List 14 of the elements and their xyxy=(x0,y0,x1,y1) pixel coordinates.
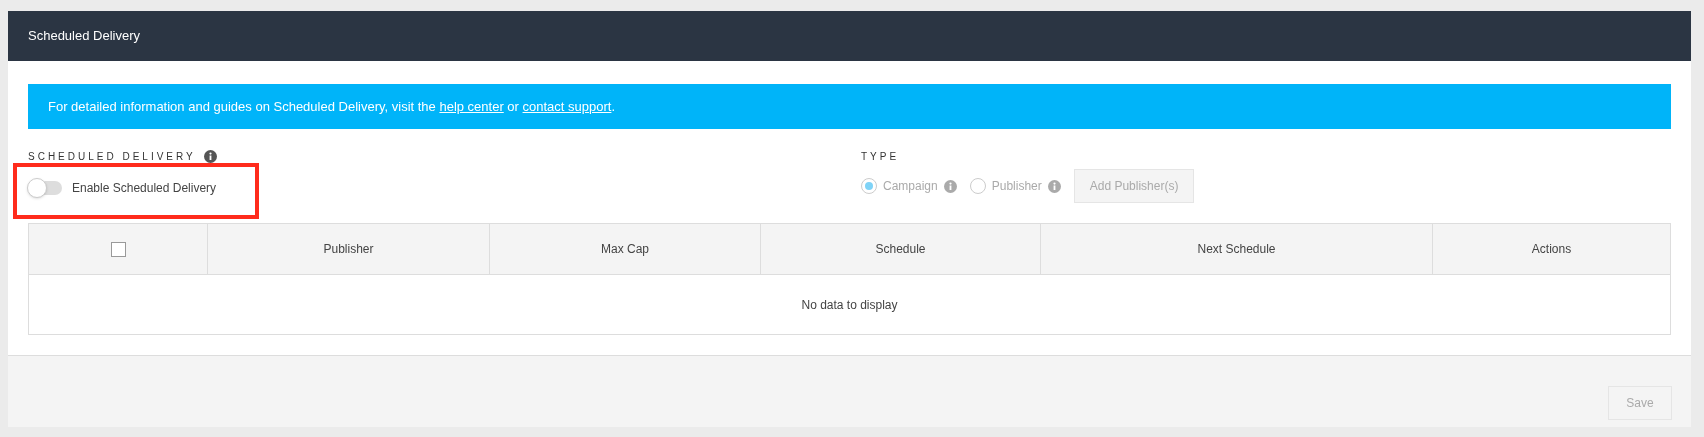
panel-title: Scheduled Delivery xyxy=(28,27,140,46)
section-label: TYPE xyxy=(861,150,901,164)
column-header: Publisher xyxy=(323,241,374,258)
section-label: SCHEDULED DELIVERY xyxy=(28,150,196,164)
column-header: Schedule xyxy=(875,241,926,258)
banner-link[interactable]: help center xyxy=(439,98,504,114)
column-header: Next Schedule xyxy=(1197,241,1276,258)
banner-text: For detailed information and guides on Scheduled Delivery, visit the help center or contact support. xyxy=(48,97,616,116)
toggle-label: Enable Scheduled Delivery xyxy=(72,180,217,197)
column-header: Max Cap xyxy=(601,241,649,258)
radio-label: Campaign xyxy=(883,178,938,195)
empty-message: No data to display xyxy=(801,296,898,314)
column-header: Actions xyxy=(1531,241,1572,258)
radio-label: Publisher xyxy=(991,178,1042,195)
